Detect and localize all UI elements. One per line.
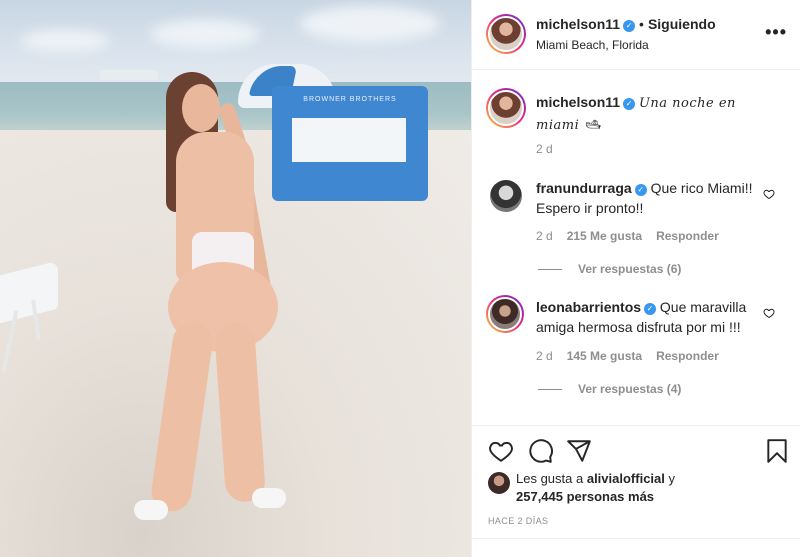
commenter-username[interactable]: leonabarrientos	[536, 299, 641, 315]
share-icon[interactable]	[566, 438, 592, 464]
cabana-window	[292, 118, 406, 162]
liker-avatar[interactable]	[488, 472, 510, 494]
person-figure	[132, 72, 292, 532]
post-timestamp: HACE 2 DÍAS	[488, 516, 549, 526]
heart-icon[interactable]	[488, 438, 514, 464]
author-username[interactable]: michelson11	[536, 16, 620, 32]
comment-likes[interactable]: 145 Me gusta	[567, 349, 642, 363]
commenter-avatar[interactable]	[486, 295, 524, 333]
comment-heart-icon[interactable]	[763, 188, 775, 200]
likes-summary: Les gusta a alivialofficial y 257,445 pe…	[516, 471, 676, 504]
commenter-avatar[interactable]	[490, 180, 522, 212]
follow-status-button[interactable]: Siguiendo	[648, 16, 716, 32]
view-replies-button[interactable]: Ver respuestas (4)	[538, 382, 681, 396]
likes-count-button[interactable]: 257,445 personas más	[516, 489, 654, 504]
cabana-logo: BROWNER BROTHERS	[303, 96, 397, 103]
post-header: michelson11 ✓ • Siguiendo Miami Beach, Flor…	[472, 0, 800, 70]
comment-time: 2 d	[536, 229, 553, 243]
more-horizontal-icon[interactable]: •••	[765, 22, 787, 43]
separator-dot: •	[639, 16, 644, 32]
reply-button[interactable]: Responder	[656, 229, 719, 243]
post-actions: Les gusta a alivialofficial y 257,445 pe…	[472, 425, 800, 557]
commenter-username[interactable]: franundurraga	[536, 180, 632, 196]
author-avatar[interactable]	[486, 14, 526, 54]
comment-likes[interactable]: 215 Me gusta	[567, 229, 642, 243]
view-replies-button[interactable]: Ver respuestas (6)	[538, 262, 681, 276]
caption-username[interactable]: michelson11	[536, 94, 620, 110]
sky	[0, 0, 471, 82]
reply-button[interactable]: Responder	[656, 349, 719, 363]
sneaker	[252, 488, 286, 508]
post-photo[interactable]: BROWNER BROTHERS	[0, 0, 471, 557]
caption-time: 2 d	[536, 142, 553, 156]
post-sidebar: michelson11 ✓ • Siguiendo Miami Beach, Flor…	[471, 0, 800, 557]
verified-icon: ✓	[644, 303, 657, 315]
verified-icon: ✓	[623, 98, 636, 110]
liker-username[interactable]: alivialofficial	[587, 471, 665, 486]
add-comment-area[interactable]	[472, 538, 800, 557]
caption-avatar[interactable]	[486, 88, 526, 128]
comment-heart-icon[interactable]	[763, 307, 775, 319]
beach-cabana: BROWNER BROTHERS	[272, 86, 428, 201]
verified-icon: ✓	[634, 184, 647, 196]
sneaker	[134, 500, 168, 520]
comment-icon[interactable]	[528, 438, 554, 464]
verified-icon: ✓	[623, 20, 636, 32]
comment-time: 2 d	[536, 349, 553, 363]
bookmark-icon[interactable]	[764, 438, 790, 464]
post-location[interactable]: Miami Beach, Florida	[536, 38, 649, 52]
